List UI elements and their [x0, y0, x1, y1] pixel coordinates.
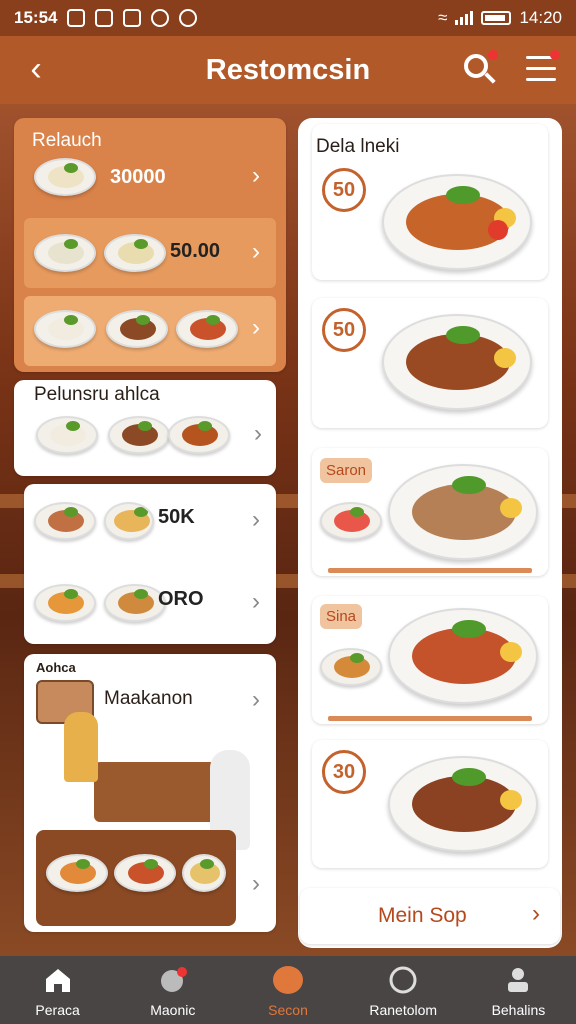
notification-dot	[488, 50, 498, 60]
left-menu-panel: Relauch 30000 › 50.00 › › Pelunsru ahlca…	[14, 118, 286, 944]
dish-image	[388, 464, 538, 560]
dish-image	[104, 584, 166, 622]
price-badge: 50	[322, 308, 366, 352]
dish-image	[168, 416, 230, 454]
dish-image	[106, 310, 168, 348]
table-illustration	[94, 762, 224, 822]
chevron-right-icon[interactable]: ›	[252, 686, 260, 714]
dish-image	[388, 608, 538, 704]
notification-icon	[67, 9, 86, 27]
right-menu-panel: Dela lneki 50 50 Saron Sina 30 Mein Sop …	[298, 118, 562, 948]
dish-card[interactable]: Saron	[312, 448, 548, 576]
menu-card[interactable]: Pelunsru ahlca ›	[14, 380, 276, 476]
plate-icon	[273, 966, 303, 994]
profile-icon	[503, 966, 533, 994]
dish-card[interactable]: 30	[312, 740, 548, 868]
menu-icon[interactable]	[526, 50, 560, 84]
dish-image	[388, 756, 538, 852]
divider	[328, 568, 532, 573]
chevron-right-icon[interactable]: ›	[254, 420, 262, 448]
card-title: Relauch	[32, 130, 102, 151]
home-icon	[43, 966, 73, 994]
dish-image	[46, 854, 108, 892]
nav-label: Maonic	[150, 1002, 196, 1018]
app-header: ‹ Restomcsin	[0, 36, 576, 104]
price-label: 30000	[110, 166, 166, 188]
chevron-right-icon[interactable]: ›	[252, 870, 260, 898]
dish-image	[320, 502, 382, 540]
nav-label: Peraca	[35, 1002, 80, 1018]
bottom-navigation: Peraca Maonic Secon Ranetolom Behalins	[0, 956, 576, 1024]
more-button-label: Mein Sop	[378, 904, 467, 927]
notification-icon	[151, 9, 170, 27]
menu-row[interactable]: ›	[24, 296, 276, 366]
card-subtitle: Maakanon	[104, 688, 193, 709]
leaf-icon	[158, 966, 188, 994]
dish-image	[36, 416, 98, 454]
dish-image	[382, 174, 532, 270]
status-time: 15:54	[14, 8, 58, 27]
nav-profile[interactable]: Behalins	[461, 956, 576, 1024]
dish-card[interactable]: 50	[312, 298, 548, 428]
chevron-right-icon[interactable]: ›	[252, 314, 260, 342]
menu-row[interactable]: 50.00 ›	[24, 218, 276, 288]
chevron-right-icon[interactable]: ›	[252, 588, 260, 616]
price-label: 50.00	[170, 240, 221, 262]
notification-icon	[123, 9, 142, 27]
dish-image	[34, 158, 96, 196]
search-icon[interactable]	[462, 50, 498, 88]
nav-label: Behalins	[491, 1002, 546, 1018]
price-label: 50K	[158, 506, 195, 528]
receipt-icon	[388, 966, 418, 994]
section-title: Dela lneki	[316, 136, 400, 157]
nav-orders[interactable]: Ranetolom	[346, 956, 461, 1024]
dish-card[interactable]: Sina	[312, 596, 548, 724]
dining-card[interactable]: Aohca Maakanon › ›	[24, 654, 276, 932]
signal-icon	[455, 11, 474, 25]
status-bar: 15:54 ≈ 14:20	[0, 0, 576, 36]
dish-image	[108, 416, 170, 454]
notification-icon	[179, 9, 198, 27]
dish-image	[176, 310, 238, 348]
nav-active[interactable]: Secon	[230, 956, 345, 1024]
dish-image	[34, 234, 96, 272]
notification-dot	[550, 50, 560, 60]
chevron-right-icon[interactable]: ›	[252, 162, 260, 190]
person-illustration	[64, 712, 98, 782]
dish-image	[34, 502, 96, 540]
dish-image	[104, 234, 166, 272]
dish-image	[34, 584, 96, 622]
price-label: ORO	[158, 588, 204, 610]
nav-label: Ranetolom	[369, 1002, 438, 1018]
menu-card[interactable]: 50K › ORO ›	[24, 484, 276, 644]
dish-tag: Sina	[320, 604, 363, 629]
nav-home[interactable]: Peraca	[0, 956, 115, 1024]
notification-icon	[95, 9, 114, 27]
status-clock: 14:20	[519, 8, 562, 27]
dish-image	[320, 648, 382, 686]
more-button[interactable]: Mein Sop ›	[300, 888, 560, 944]
dish-image	[182, 854, 226, 892]
battery-icon	[481, 11, 512, 25]
nav-menu[interactable]: Maonic	[115, 956, 230, 1024]
chevron-left-icon[interactable]: ‹	[18, 52, 54, 88]
card-title: Pelunsru ahlca	[34, 384, 160, 405]
dish-card[interactable]: Dela lneki 50	[312, 124, 548, 280]
dish-image	[34, 310, 96, 348]
dish-image	[382, 314, 532, 410]
price-badge: 50	[322, 168, 366, 212]
chevron-right-icon[interactable]: ›	[252, 238, 260, 266]
dish-tag: Saron	[320, 458, 373, 483]
dish-image	[114, 854, 176, 892]
drink-image	[104, 502, 154, 540]
divider	[328, 716, 532, 721]
chevron-right-icon[interactable]: ›	[532, 900, 540, 928]
nav-label: Secon	[268, 1002, 308, 1018]
featured-card[interactable]: Relauch 30000 › 50.00 › ›	[14, 118, 286, 372]
wifi-icon: ≈	[438, 8, 448, 27]
card-title: Aohca	[36, 660, 76, 675]
chevron-right-icon[interactable]: ›	[252, 506, 260, 534]
price-badge: 30	[322, 750, 366, 794]
